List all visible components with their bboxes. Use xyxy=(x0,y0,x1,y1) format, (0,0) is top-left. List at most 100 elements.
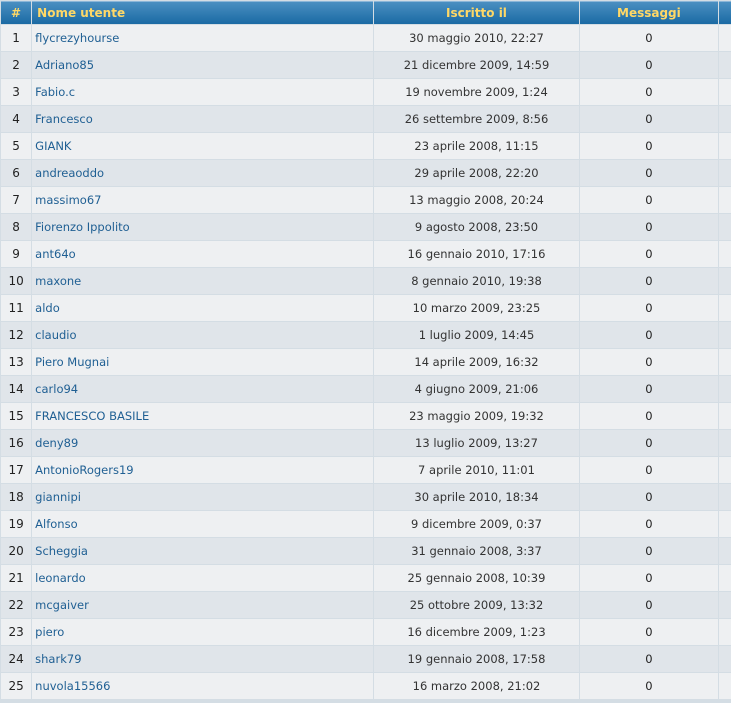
member-profile-link[interactable]: mcgaiver xyxy=(35,598,89,612)
member-profile-link[interactable]: Fiorenzo Ippolito xyxy=(35,220,130,234)
member-joined-date: 14 aprile 2009, 16:32 xyxy=(373,349,580,375)
member-extra-cell xyxy=(718,268,731,294)
member-post-count: 0 xyxy=(580,52,718,78)
column-header-number[interactable]: # xyxy=(1,1,32,24)
table-row: 7 massimo67 13 maggio 2008, 20:24 0 xyxy=(1,187,731,213)
member-post-count: 0 xyxy=(580,430,718,456)
member-profile-link[interactable]: AntonioRogers19 xyxy=(35,463,133,477)
member-name-cell: nuvola15566 xyxy=(32,673,373,699)
table-row: 20 Scheggia 31 gennaio 2008, 3:37 0 xyxy=(1,538,731,564)
column-header-joined-label[interactable]: Iscritto il xyxy=(446,6,507,20)
member-profile-link[interactable]: claudio xyxy=(35,328,76,342)
member-name-cell: carlo94 xyxy=(32,376,373,402)
column-header-posts-label[interactable]: Messaggi xyxy=(617,6,681,20)
member-extra-cell xyxy=(718,187,731,213)
member-extra-cell xyxy=(718,214,731,240)
member-profile-link[interactable]: Adriano85 xyxy=(35,58,94,72)
member-rank: 3 xyxy=(1,79,32,105)
member-joined-date: 10 marzo 2009, 23:25 xyxy=(373,295,580,321)
member-rank: 7 xyxy=(1,187,32,213)
member-name-cell: Alfonso xyxy=(32,511,373,537)
member-profile-link[interactable]: giannipi xyxy=(35,490,81,504)
member-profile-link[interactable]: carlo94 xyxy=(35,382,78,396)
member-extra-cell xyxy=(718,403,731,429)
member-post-count: 0 xyxy=(580,25,718,51)
member-profile-link[interactable]: Scheggia xyxy=(35,544,88,558)
member-rank: 23 xyxy=(1,619,32,645)
member-joined-date: 16 marzo 2008, 21:02 xyxy=(373,673,580,699)
member-name-cell: aldo xyxy=(32,295,373,321)
member-joined-date: 16 dicembre 2009, 1:23 xyxy=(373,619,580,645)
member-post-count: 0 xyxy=(580,484,718,510)
member-rank: 24 xyxy=(1,646,32,672)
member-extra-cell xyxy=(718,565,731,591)
table-row: 13 Piero Mugnai 14 aprile 2009, 16:32 0 xyxy=(1,349,731,375)
table-row: 21 leonardo 25 gennaio 2008, 10:39 0 xyxy=(1,565,731,591)
member-name-cell: deny89 xyxy=(32,430,373,456)
member-profile-link[interactable]: Francesco xyxy=(35,112,93,126)
member-profile-link[interactable]: Alfonso xyxy=(35,517,77,531)
member-post-count: 0 xyxy=(580,511,718,537)
member-profile-link[interactable]: FRANCESCO BASILE xyxy=(35,409,149,423)
member-rank: 14 xyxy=(1,376,32,402)
column-header-joined[interactable]: Iscritto il xyxy=(373,1,580,24)
member-extra-cell xyxy=(718,241,731,267)
member-rank: 16 xyxy=(1,430,32,456)
member-profile-link[interactable]: GIANK xyxy=(35,139,71,153)
member-profile-link[interactable]: piero xyxy=(35,625,64,639)
member-profile-link[interactable]: aldo xyxy=(35,301,60,315)
member-post-count: 0 xyxy=(580,295,718,321)
member-profile-link[interactable]: shark79 xyxy=(35,652,81,666)
member-extra-cell xyxy=(718,106,731,132)
member-post-count: 0 xyxy=(580,187,718,213)
member-name-cell: leonardo xyxy=(32,565,373,591)
member-extra-cell xyxy=(718,619,731,645)
member-name-cell: ant64o xyxy=(32,241,373,267)
member-profile-link[interactable]: leonardo xyxy=(35,571,86,585)
member-profile-link[interactable]: Piero Mugnai xyxy=(35,355,109,369)
member-profile-link[interactable]: deny89 xyxy=(35,436,78,450)
table-row: 3 Fabio.c 19 novembre 2009, 1:24 0 xyxy=(1,79,731,105)
table-row: 6 andreaoddo 29 aprile 2008, 22:20 0 xyxy=(1,160,731,186)
member-rank: 10 xyxy=(1,268,32,294)
member-joined-date: 26 settembre 2009, 8:56 xyxy=(373,106,580,132)
member-joined-date: 7 aprile 2010, 11:01 xyxy=(373,457,580,483)
member-joined-date: 4 giugno 2009, 21:06 xyxy=(373,376,580,402)
member-joined-date: 9 dicembre 2009, 0:37 xyxy=(373,511,580,537)
member-extra-cell xyxy=(718,160,731,186)
member-extra-cell xyxy=(718,511,731,537)
member-profile-link[interactable]: nuvola15566 xyxy=(35,679,110,693)
member-name-cell: massimo67 xyxy=(32,187,373,213)
member-profile-link[interactable]: massimo67 xyxy=(35,193,101,207)
column-header-username[interactable]: Nome utente xyxy=(32,1,373,24)
member-post-count: 0 xyxy=(580,403,718,429)
member-name-cell: giannipi xyxy=(32,484,373,510)
column-header-posts[interactable]: Messaggi xyxy=(580,1,718,24)
member-rank: 18 xyxy=(1,484,32,510)
member-profile-link[interactable]: maxone xyxy=(35,274,81,288)
member-name-cell: claudio xyxy=(32,322,373,348)
member-profile-link[interactable]: flycrezyhourse xyxy=(35,31,119,45)
member-joined-date: 25 ottobre 2009, 13:32 xyxy=(373,592,580,618)
member-post-count: 0 xyxy=(580,160,718,186)
column-header-username-label[interactable]: Nome utente xyxy=(37,6,125,20)
member-joined-date: 8 gennaio 2010, 19:38 xyxy=(373,268,580,294)
member-profile-link[interactable]: Fabio.c xyxy=(35,85,75,99)
member-post-count: 0 xyxy=(580,322,718,348)
member-rank: 11 xyxy=(1,295,32,321)
member-extra-cell xyxy=(718,25,731,51)
table-row: 5 GIANK 23 aprile 2008, 11:15 0 xyxy=(1,133,731,159)
table-row: 10 maxone 8 gennaio 2010, 19:38 0 xyxy=(1,268,731,294)
table-row: 4 Francesco 26 settembre 2009, 8:56 0 xyxy=(1,106,731,132)
member-joined-date: 31 gennaio 2008, 3:37 xyxy=(373,538,580,564)
member-extra-cell xyxy=(718,376,731,402)
member-name-cell: Adriano85 xyxy=(32,52,373,78)
table-row: 25 nuvola15566 16 marzo 2008, 21:02 0 xyxy=(1,673,731,699)
member-joined-date: 13 luglio 2009, 13:27 xyxy=(373,430,580,456)
member-rows: 1 flycrezyhourse 30 maggio 2010, 22:27 0 2 Ad… xyxy=(1,25,731,699)
member-post-count: 0 xyxy=(580,214,718,240)
member-rank: 4 xyxy=(1,106,32,132)
member-profile-link[interactable]: andreaoddo xyxy=(35,166,104,180)
member-extra-cell xyxy=(718,430,731,456)
member-profile-link[interactable]: ant64o xyxy=(35,247,76,261)
